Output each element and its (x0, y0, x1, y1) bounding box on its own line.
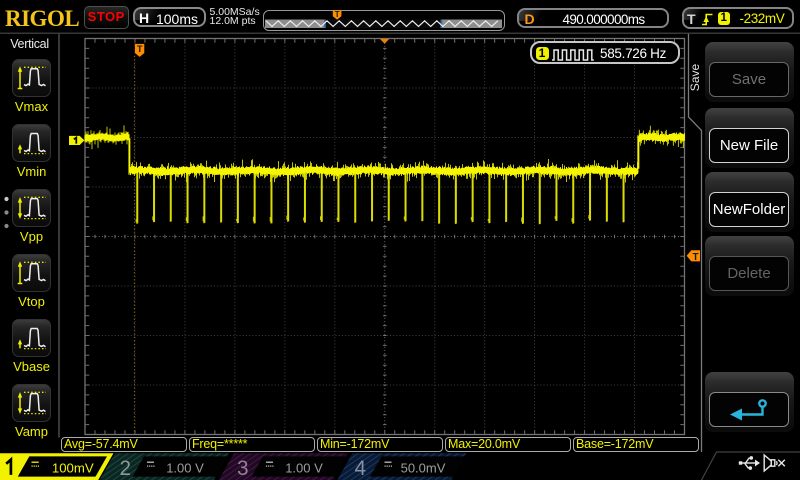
svg-text:T: T (137, 44, 143, 55)
svg-text:3: 3 (237, 457, 249, 480)
svg-text:T: T (693, 252, 699, 263)
svg-text:Save: Save (688, 64, 702, 92)
svg-text:1.00 V: 1.00 V (166, 461, 204, 476)
svg-text:2: 2 (120, 457, 132, 480)
svg-text:50.0mV: 50.0mV (401, 461, 446, 476)
svg-text:T: T (335, 10, 340, 19)
svg-text:100mV: 100mV (52, 461, 94, 476)
svg-text:4: 4 (355, 457, 367, 480)
svg-text:1.00 V: 1.00 V (285, 461, 323, 476)
